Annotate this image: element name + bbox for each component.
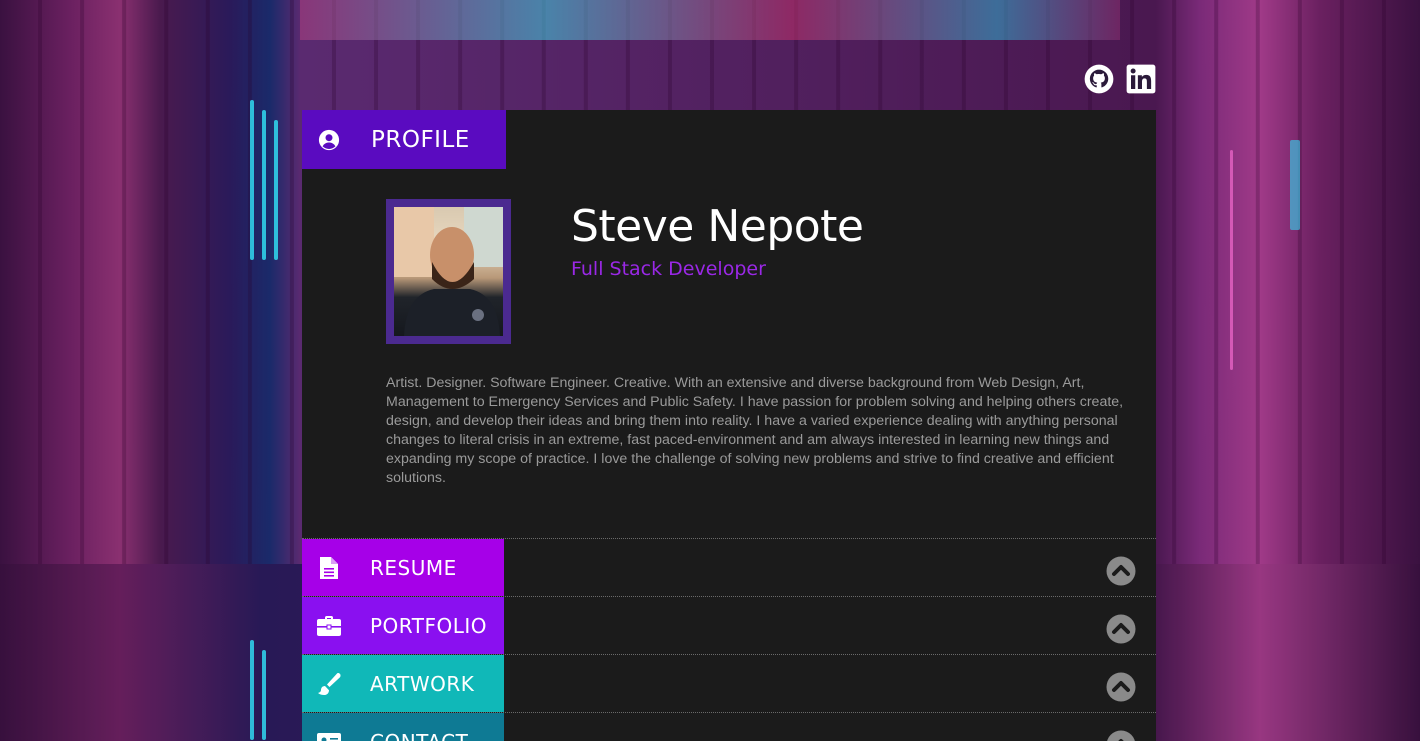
tab-profile[interactable]: PROFILE xyxy=(302,110,506,169)
neon-streak xyxy=(250,100,254,260)
github-icon[interactable] xyxy=(1084,64,1114,94)
chevron-up-icon[interactable] xyxy=(1106,730,1136,741)
id-card-icon xyxy=(302,713,356,741)
profile-name: Steve Nepote xyxy=(571,201,864,252)
avatar-frame xyxy=(386,199,511,344)
neon-streak xyxy=(274,120,278,260)
user-circle-icon xyxy=(302,110,356,169)
tab-artwork[interactable]: ARTWORK xyxy=(302,655,504,712)
neon-streak xyxy=(250,640,254,740)
section-contact[interactable]: CONTACT xyxy=(302,712,1156,741)
tab-artwork-label: ARTWORK xyxy=(370,671,475,696)
profile-bio: Artist. Designer. Software Engineer. Cre… xyxy=(386,375,1124,486)
profile-content: Steve Nepote Full Stack Developer Artist… xyxy=(356,169,1156,538)
tab-contact[interactable]: CONTACT xyxy=(302,713,504,741)
tab-resume-label: RESUME xyxy=(370,555,457,580)
neon-streak xyxy=(1290,140,1300,230)
tab-resume[interactable]: RESUME xyxy=(302,539,504,596)
social-links xyxy=(1084,64,1156,94)
tab-portfolio-label: PORTFOLIO xyxy=(370,613,487,638)
linkedin-icon[interactable] xyxy=(1126,64,1156,94)
neon-streak xyxy=(1230,150,1233,370)
briefcase-icon xyxy=(302,597,356,654)
section-resume[interactable]: RESUME xyxy=(302,538,1156,596)
tab-profile-label: PROFILE xyxy=(371,126,470,153)
chevron-up-icon[interactable] xyxy=(1106,672,1136,702)
tab-portfolio[interactable]: PORTFOLIO xyxy=(302,597,504,654)
neon-streak xyxy=(262,110,266,260)
tab-contact-label: CONTACT xyxy=(356,730,468,741)
paintbrush-icon xyxy=(302,655,356,712)
background-glow xyxy=(300,0,1120,40)
document-icon xyxy=(302,539,356,596)
section-portfolio[interactable]: PORTFOLIO xyxy=(302,596,1156,654)
chevron-up-icon[interactable] xyxy=(1106,556,1136,586)
profile-card: PROFILE Steve Nepote Full Stack Develope… xyxy=(302,110,1156,741)
section-artwork[interactable]: ARTWORK xyxy=(302,654,1156,712)
profile-title: Full Stack Developer xyxy=(571,258,766,280)
neon-streak xyxy=(262,650,266,740)
chevron-up-icon[interactable] xyxy=(1106,614,1136,644)
avatar xyxy=(394,207,503,336)
